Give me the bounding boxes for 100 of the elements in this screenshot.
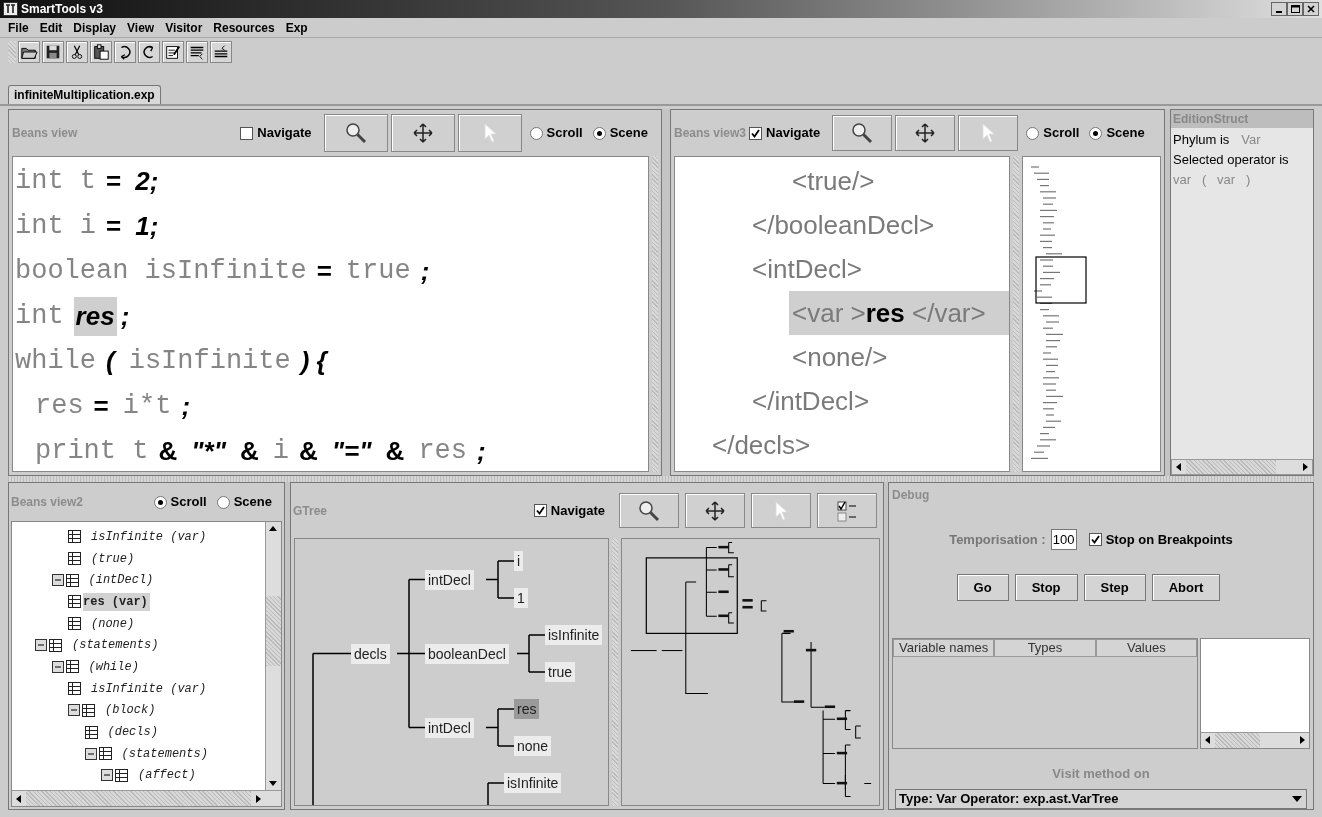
toolbar-button[interactable] <box>162 41 184 63</box>
close-icon <box>1307 5 1315 13</box>
radio-button[interactable] <box>153 495 167 509</box>
tree-node[interactable]: booleanDecl <box>425 643 509 664</box>
xml-view[interactable]: <true/> </booleanDecl> <intDecl> <var >res </var> <none/> </intDecl> </decls> <box>674 156 1010 472</box>
radio-button[interactable] <box>592 126 606 140</box>
panel-title: GTree <box>293 502 328 520</box>
code-line: res = i*t ; <box>34 390 192 424</box>
tree-item[interactable]: isInfinite (var) <box>83 679 207 698</box>
move-button[interactable] <box>390 114 455 152</box>
code-editor[interactable]: int t = 2; int i = 1; boolean isInfinite = true ; int res ; while ( isInfinite ) { res = i*t ; print t & "*" & i & "=" & res ; <box>12 156 649 472</box>
debug-button[interactable]: Step <box>1083 574 1146 601</box>
maximize-button[interactable] <box>1287 2 1303 16</box>
menu-item[interactable]: Resources <box>213 18 275 37</box>
menu-item[interactable]: View <box>127 18 155 37</box>
column-header[interactable]: Variable names <box>893 639 995 657</box>
toolbar-button[interactable] <box>42 41 64 63</box>
menu-item[interactable]: Exp <box>285 18 308 37</box>
document-tab[interactable]: infiniteMultiplication.exp <box>8 85 161 104</box>
pointer-icon <box>981 123 996 143</box>
tree-node[interactable]: res <box>514 699 540 719</box>
tree-node[interactable]: i <box>514 551 524 571</box>
pointer-button[interactable] <box>958 115 1019 151</box>
tree-item[interactable]: (block) <box>97 701 156 720</box>
radio-button[interactable] <box>1026 126 1040 140</box>
move-button[interactable] <box>895 115 956 151</box>
menu-item[interactable]: File <box>8 18 29 37</box>
expand-toggle[interactable] <box>84 747 97 760</box>
tree-node[interactable]: intDecl <box>425 717 474 738</box>
checkbox[interactable] <box>533 504 547 517</box>
expand-toggle[interactable] <box>101 769 113 782</box>
scroll-thumb[interactable] <box>1186 460 1276 474</box>
expand-toggle[interactable] <box>51 660 64 673</box>
zoom-button[interactable] <box>619 493 679 528</box>
pointer-button[interactable] <box>457 114 522 152</box>
zoom-button[interactable] <box>832 115 893 151</box>
scroll-thumb[interactable] <box>1215 732 1260 748</box>
toolbar-button[interactable] <box>18 41 40 63</box>
menu-item[interactable]: Visitor <box>165 18 203 37</box>
tree-node[interactable]: isInfinite <box>545 625 603 645</box>
window-title: SmartTools v3 <box>21 1 103 18</box>
zoom-button[interactable] <box>323 114 388 152</box>
tree-node[interactable]: decls <box>351 643 390 664</box>
expand-toggle[interactable] <box>35 639 47 652</box>
horizontal-scrollbar[interactable] <box>1171 459 1313 475</box>
tree-node[interactable]: intDecl <box>425 569 474 590</box>
toolbar-button[interactable] <box>90 41 112 63</box>
tree-item[interactable]: (none) <box>83 614 135 633</box>
toolbar-button[interactable] <box>138 41 160 63</box>
toolbar-button[interactable] <box>186 41 208 63</box>
horizontal-scrollbar[interactable] <box>12 790 281 806</box>
checkbox[interactable] <box>1088 533 1102 546</box>
menu-item[interactable]: Edit <box>39 18 63 37</box>
pointer-button[interactable] <box>751 493 811 528</box>
toolbar-button[interactable] <box>210 41 232 63</box>
radio-label: Scroll <box>170 493 207 512</box>
tree-item[interactable]: (affect) <box>130 766 196 785</box>
connector-line <box>487 782 505 805</box>
radio-button[interactable] <box>1089 126 1103 140</box>
expand-toggle[interactable] <box>51 574 64 587</box>
column-header[interactable]: Values <box>1095 639 1197 657</box>
pointer-icon <box>774 500 788 521</box>
tree-node[interactable]: 1 <box>514 588 528 608</box>
clipboard-icon <box>92 43 110 61</box>
checkbox[interactable] <box>240 126 254 140</box>
tree-node[interactable]: isInfinite <box>504 773 562 793</box>
tree-item[interactable]: res (var) <box>83 592 150 611</box>
radio-button[interactable] <box>216 495 230 509</box>
column-header[interactable]: Types <box>994 639 1096 657</box>
move-button[interactable] <box>685 493 745 528</box>
vertical-scrollbar[interactable] <box>265 522 281 790</box>
menu-item[interactable]: Display <box>73 18 117 37</box>
radio-button[interactable] <box>529 126 543 140</box>
tree-node[interactable]: none <box>514 736 552 756</box>
tree-item[interactable]: (while) <box>80 657 139 676</box>
toolbar-button[interactable] <box>66 41 88 63</box>
close-button[interactable] <box>1303 2 1319 16</box>
tree-node[interactable]: true <box>545 662 576 682</box>
debug-button[interactable]: Stop <box>1014 574 1078 601</box>
scroll-thumb[interactable] <box>266 596 281 666</box>
checkbox[interactable] <box>749 126 763 140</box>
tree-view[interactable]: isInfinite (var) (true) (intDecl) res (var) (none) (statements) (while) isInfinite (var) (block) (decls) (statements) (affect) <box>12 522 265 790</box>
temporisation-field[interactable]: 100 <box>1050 529 1077 550</box>
expand-toggle[interactable] <box>68 704 80 717</box>
tree-item[interactable]: (true) <box>83 549 135 568</box>
tree-item[interactable]: isInfinite (var) <box>83 527 207 546</box>
minimize-button[interactable] <box>1271 2 1287 16</box>
radio-label: Scene <box>1106 124 1145 143</box>
scroll-thumb[interactable] <box>26 791 251 806</box>
tree-item[interactable]: (statements) <box>64 636 159 655</box>
tree-item[interactable]: (decls) <box>99 723 158 742</box>
table-icon <box>68 595 81 609</box>
tree-item[interactable]: (intDecl) <box>80 571 154 590</box>
toolbar-button[interactable] <box>114 41 136 63</box>
radio-label: Scene <box>609 124 648 143</box>
tree-item[interactable]: (statements) <box>113 744 208 763</box>
debug-button[interactable]: Abort <box>1151 574 1221 601</box>
list-button[interactable] <box>817 493 877 528</box>
debug-button[interactable]: Go <box>956 574 1009 601</box>
visit-method-dropdown[interactable]: Type: Var Operator: exp.ast.VarTree <box>895 789 1307 809</box>
